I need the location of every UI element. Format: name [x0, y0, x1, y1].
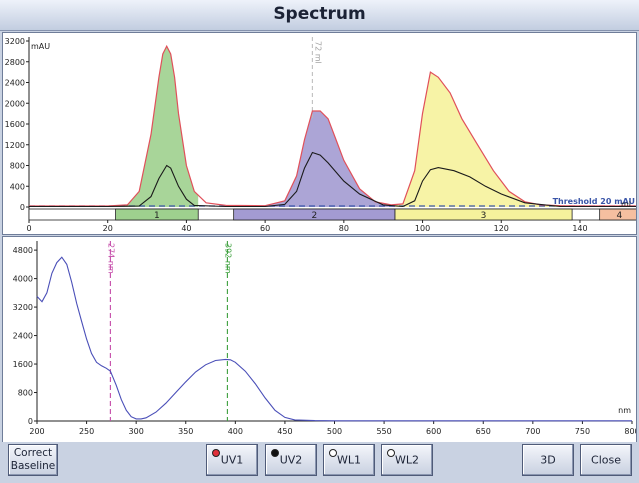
- x-tick-label: 40: [181, 224, 191, 233]
- spectrum-panel[interactable]: 4800 4000 3200 2400 1600 800 0 200 250 300 350 400 4…: [2, 236, 637, 443]
- chromatogram-panel[interactable]: 3200 2800 2400 2000 1600 1200 800 400 0 mAU 72 ml T…: [2, 32, 637, 235]
- 3d-button[interactable]: 3D: [522, 444, 574, 476]
- y-tick-label: 3200: [13, 303, 33, 312]
- uv1-label: UV1: [220, 453, 244, 467]
- spectrum-x-unit: nm: [618, 406, 631, 415]
- uv1-button[interactable]: UV1: [206, 444, 258, 476]
- x-tick-label: 80: [339, 224, 349, 233]
- x-tick-label: 60: [260, 224, 270, 233]
- y-tick-label: 800: [18, 389, 33, 398]
- y-tick-label: 1600: [5, 120, 25, 129]
- y-tick-label: 1600: [13, 360, 33, 369]
- fraction-2-label: 2: [311, 211, 317, 221]
- cursor-label: 72 ml: [313, 41, 322, 64]
- y-tick-label: 1200: [5, 141, 25, 150]
- chromatogram-y-unit: mAU: [31, 42, 50, 51]
- x-tick-label: 100: [415, 224, 430, 233]
- wl2-button[interactable]: WL2: [381, 444, 433, 476]
- correct-baseline-label: Correct Baseline: [10, 447, 56, 472]
- wl1-label: WL1: [336, 453, 361, 467]
- spectrum-chart: 4800 4000 3200 2400 1600 800 0200 250 300 350 400 4…: [13, 241, 636, 436]
- y-tick-label: 800: [10, 162, 25, 171]
- fraction-3-label: 3: [481, 211, 487, 221]
- y-tick-label: 400: [10, 182, 25, 191]
- wavelength-marker-2-label: 392 nm: [223, 243, 232, 274]
- x-tick-label: 120: [494, 224, 509, 233]
- close-label: Close: [591, 453, 621, 467]
- x-tick-label: 800: [624, 427, 636, 436]
- y-tick-label: 3200: [5, 37, 25, 46]
- wavelength-marker-1-label: 274 nm: [106, 243, 115, 274]
- button-bar: Correct Baseline UV1 UV2 WL1 WL2 3D Clos…: [0, 442, 639, 483]
- x-tick-label: 140: [572, 224, 587, 233]
- y-tick-label: 2800: [5, 58, 25, 67]
- x-tick-label: 20: [103, 224, 113, 233]
- x-tick-label: 350: [178, 427, 193, 436]
- title-bar: Spectrum: [0, 0, 639, 31]
- y-tick-label: 0: [20, 203, 25, 212]
- uv2-label: UV2: [279, 453, 303, 467]
- uv2-button[interactable]: UV2: [265, 444, 317, 476]
- y-tick-label: 2000: [5, 99, 25, 108]
- x-tick-label: 700: [525, 427, 540, 436]
- x-tick-label: 300: [129, 427, 144, 436]
- chromatogram-chart: 3200280024002000160012008004000mAU 72 mlT…: [5, 37, 636, 233]
- window-title: Spectrum: [273, 4, 366, 24]
- wl2-label: WL2: [394, 453, 419, 467]
- x-tick-label: 200: [29, 427, 44, 436]
- fraction-2-area: [233, 111, 395, 207]
- correct-baseline-button[interactable]: Correct Baseline: [8, 444, 58, 476]
- close-button[interactable]: Close: [580, 444, 632, 476]
- x-tick-label: 600: [426, 427, 441, 436]
- fraction-1-label: 1: [154, 211, 160, 221]
- x-tick-label: 550: [376, 427, 391, 436]
- fraction-4-label: 4: [616, 211, 622, 221]
- y-tick-label: 4000: [13, 275, 33, 284]
- chromatogram-x-unit: ml: [621, 200, 631, 209]
- x-tick-label: 450: [277, 427, 292, 436]
- x-tick-label: 400: [228, 427, 243, 436]
- spectrum-curve: [36, 256, 632, 422]
- fraction-3-area: [395, 72, 573, 207]
- x-tick-label: 250: [79, 427, 94, 436]
- x-tick-label: 500: [327, 427, 342, 436]
- wl1-button[interactable]: WL1: [323, 444, 375, 476]
- y-tick-label: 0: [28, 417, 33, 426]
- y-tick-label: 4800: [13, 246, 33, 255]
- x-tick-label: 0: [26, 224, 31, 233]
- x-tick-label: 750: [575, 427, 590, 436]
- y-tick-label: 2400: [5, 79, 25, 88]
- x-tick-label: 650: [476, 427, 491, 436]
- 3d-label: 3D: [540, 453, 556, 467]
- y-tick-label: 2400: [13, 332, 33, 341]
